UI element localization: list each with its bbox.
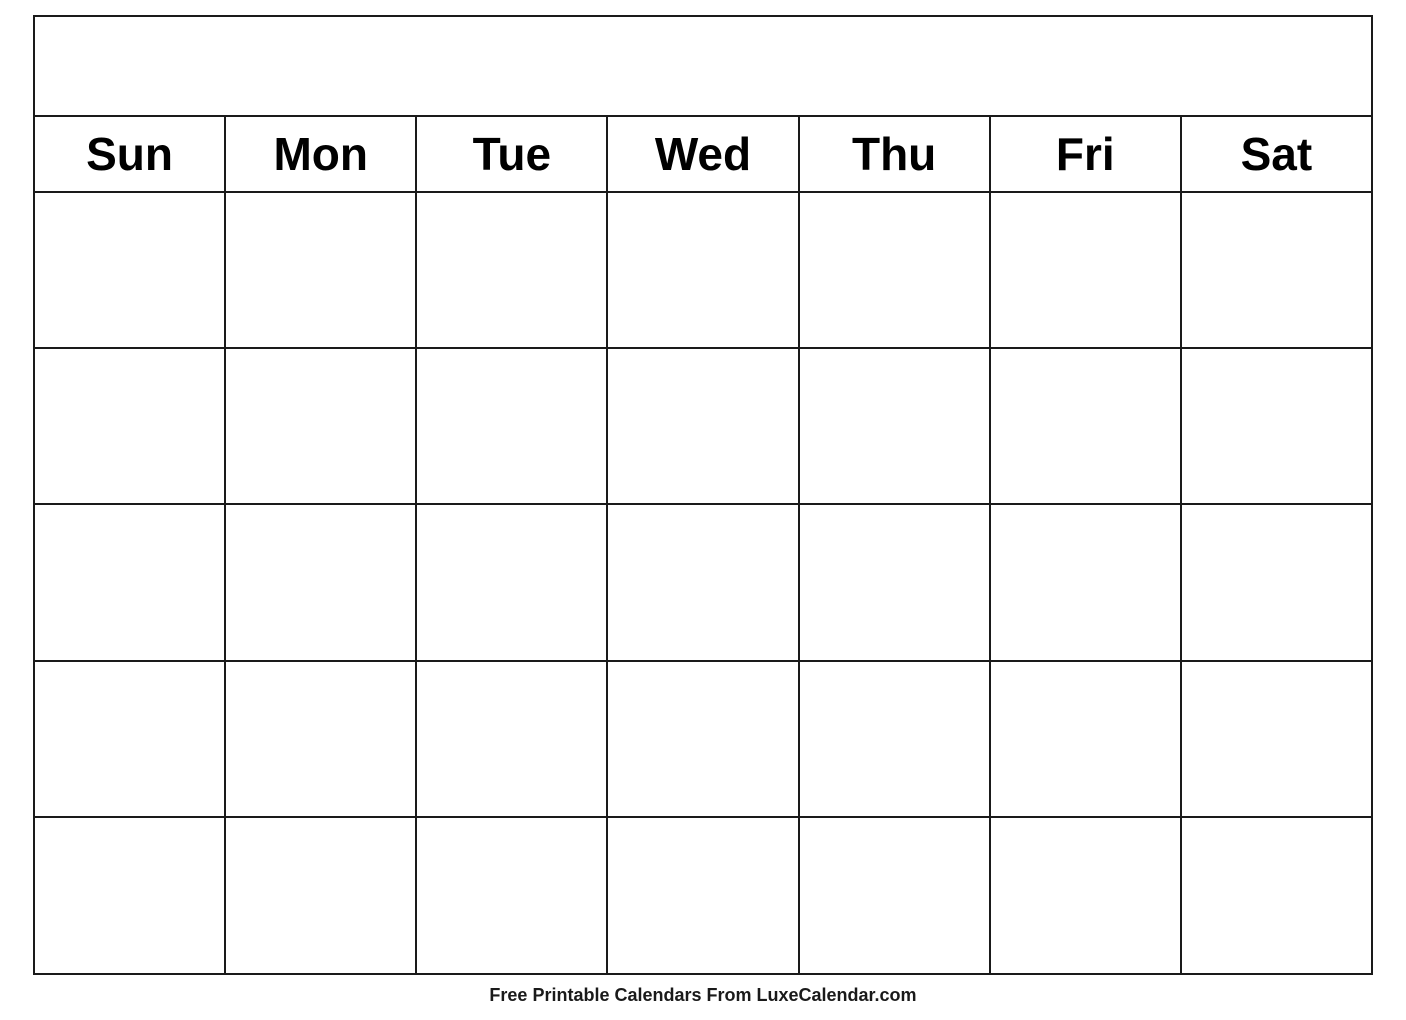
day-cell[interactable]	[608, 193, 799, 347]
day-cell[interactable]	[1182, 818, 1371, 972]
day-cell[interactable]	[1182, 193, 1371, 347]
day-cell[interactable]	[1182, 349, 1371, 503]
day-header-tue: Tue	[417, 117, 608, 191]
day-cell[interactable]	[35, 662, 226, 816]
calendar-header: Sun Mon Tue Wed Thu Fri Sat	[35, 117, 1371, 193]
week-row-4	[35, 662, 1371, 818]
day-cell[interactable]	[35, 818, 226, 972]
day-cell[interactable]	[1182, 505, 1371, 659]
day-cell[interactable]	[417, 662, 608, 816]
day-header-thu: Thu	[800, 117, 991, 191]
day-cell[interactable]	[417, 505, 608, 659]
day-cell[interactable]	[991, 662, 1182, 816]
week-row-2	[35, 349, 1371, 505]
day-cell[interactable]	[35, 349, 226, 503]
day-cell[interactable]	[800, 818, 991, 972]
day-cell[interactable]	[226, 349, 417, 503]
day-cell[interactable]	[991, 193, 1182, 347]
day-cell[interactable]	[417, 818, 608, 972]
day-cell[interactable]	[226, 662, 417, 816]
day-cell[interactable]	[800, 193, 991, 347]
day-cell[interactable]	[226, 505, 417, 659]
day-cell[interactable]	[991, 505, 1182, 659]
day-cell[interactable]	[226, 818, 417, 972]
day-cell[interactable]	[800, 662, 991, 816]
day-cell[interactable]	[991, 818, 1182, 972]
day-cell[interactable]	[608, 505, 799, 659]
day-cell[interactable]	[800, 349, 991, 503]
calendar-title	[35, 17, 1371, 117]
day-cell[interactable]	[1182, 662, 1371, 816]
calendar-body	[35, 193, 1371, 973]
calendar: Sun Mon Tue Wed Thu Fri Sat	[33, 15, 1373, 975]
day-cell[interactable]	[35, 193, 226, 347]
week-row-1	[35, 193, 1371, 349]
day-header-mon: Mon	[226, 117, 417, 191]
day-cell[interactable]	[608, 349, 799, 503]
day-cell[interactable]	[800, 505, 991, 659]
week-row-5	[35, 818, 1371, 972]
day-cell[interactable]	[991, 349, 1182, 503]
day-header-fri: Fri	[991, 117, 1182, 191]
day-header-sun: Sun	[35, 117, 226, 191]
day-header-wed: Wed	[608, 117, 799, 191]
week-row-3	[35, 505, 1371, 661]
day-cell[interactable]	[417, 193, 608, 347]
footer-text: Free Printable Calendars From LuxeCalend…	[489, 985, 916, 1006]
day-cell[interactable]	[226, 193, 417, 347]
day-cell[interactable]	[608, 662, 799, 816]
day-cell[interactable]	[608, 818, 799, 972]
day-cell[interactable]	[417, 349, 608, 503]
day-header-sat: Sat	[1182, 117, 1371, 191]
day-cell[interactable]	[35, 505, 226, 659]
